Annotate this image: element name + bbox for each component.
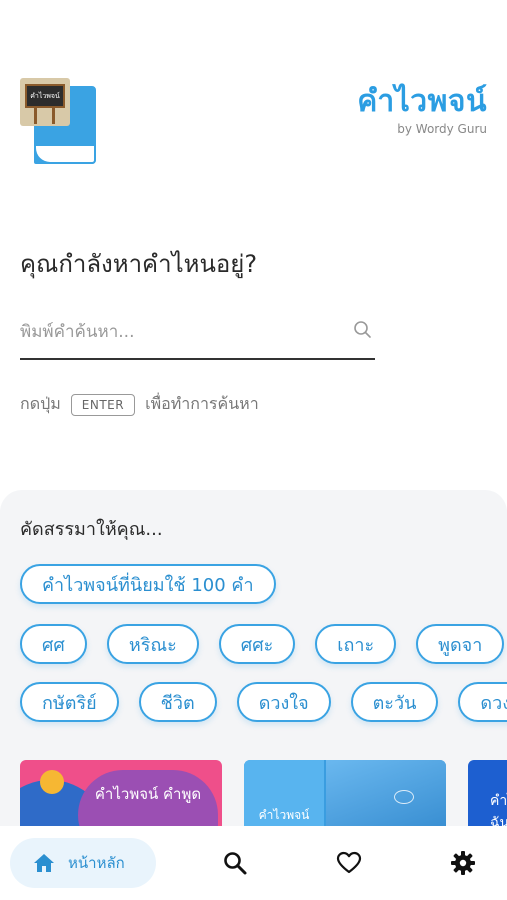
card-title: คำไวพจน์ xyxy=(244,760,324,830)
enter-key-badge: ENTER xyxy=(70,393,136,416)
card-carousel: คำไวพจน์ คำพูด คำไวพจน์ คำไ ฉัน xyxy=(20,760,507,830)
card-title: คำไ ฉัน xyxy=(490,793,507,830)
chip-word[interactable]: ศศะ xyxy=(218,624,296,664)
search-bar[interactable] xyxy=(20,306,375,360)
chip-word[interactable]: กษัตริย์ xyxy=(20,682,119,722)
nav-home[interactable]: หน้าหลัก xyxy=(10,838,156,888)
chip-row-2: ศศ หริณะ ศศะ เถาะ พูดจา xyxy=(20,624,505,664)
search-input[interactable] xyxy=(20,314,340,350)
card-partial[interactable]: คำไ ฉัน xyxy=(468,760,507,830)
chip-row-3: กษัตริย์ ชีวิต ดวงใจ ตะวัน ดวง xyxy=(20,682,507,722)
chip-word[interactable]: ดวงใจ xyxy=(236,682,331,722)
search-icon[interactable] xyxy=(222,850,248,876)
app-logo: คำไวพจน์ xyxy=(20,78,100,166)
recommend-panel: คัดสรรมาให้คุณ... คำไวพจน์ที่นิยมใช้ 100… xyxy=(0,490,507,830)
card-kham-phut[interactable]: คำไวพจน์ คำพูด xyxy=(20,760,222,830)
chip-word[interactable]: เถาะ xyxy=(315,624,397,664)
hint-suffix: เพื่อทำการค้นหา xyxy=(145,394,259,413)
chip-word[interactable]: ตะวัน xyxy=(350,682,439,722)
gear-icon[interactable] xyxy=(450,850,476,876)
home-icon xyxy=(34,854,54,872)
card-title: คำไวพจน์ คำพูด xyxy=(78,770,218,830)
search-hint: กดปุ่ม ENTER เพื่อทำการค้นหา xyxy=(20,392,259,417)
hint-prefix: กดปุ่ม xyxy=(20,394,61,413)
app-title: คำไวพจน์ xyxy=(357,84,487,119)
chip-word[interactable]: ศศ xyxy=(20,624,87,664)
logo-text: คำไวพจน์ xyxy=(25,84,65,108)
chip-word[interactable]: ดวง xyxy=(458,682,507,722)
chip-featured[interactable]: คำไวพจน์ที่นิยมใช้ 100 คำ xyxy=(20,564,276,604)
search-icon[interactable] xyxy=(353,320,373,340)
nav-home-label: หน้าหลัก xyxy=(68,854,125,872)
chip-word[interactable]: ชีวิต xyxy=(138,682,217,722)
recommend-title: คัดสรรมาให้คุณ... xyxy=(20,519,163,540)
bottom-nav: หน้าหลัก xyxy=(0,826,507,900)
search-question: คุณกำลังหาคำไหนอยู่? xyxy=(20,250,258,278)
app-subtitle: by Wordy Guru xyxy=(397,122,487,136)
chip-word[interactable]: หริณะ xyxy=(106,624,199,664)
featured-chip-row: คำไวพจน์ที่นิยมใช้ 100 คำ xyxy=(20,564,276,604)
card-kham-waiphot[interactable]: คำไวพจน์ xyxy=(244,760,446,830)
chalkboard-icon: คำไวพจน์ xyxy=(20,78,70,126)
heart-icon[interactable] xyxy=(336,850,362,876)
chip-word[interactable]: พูดจา xyxy=(416,624,505,664)
